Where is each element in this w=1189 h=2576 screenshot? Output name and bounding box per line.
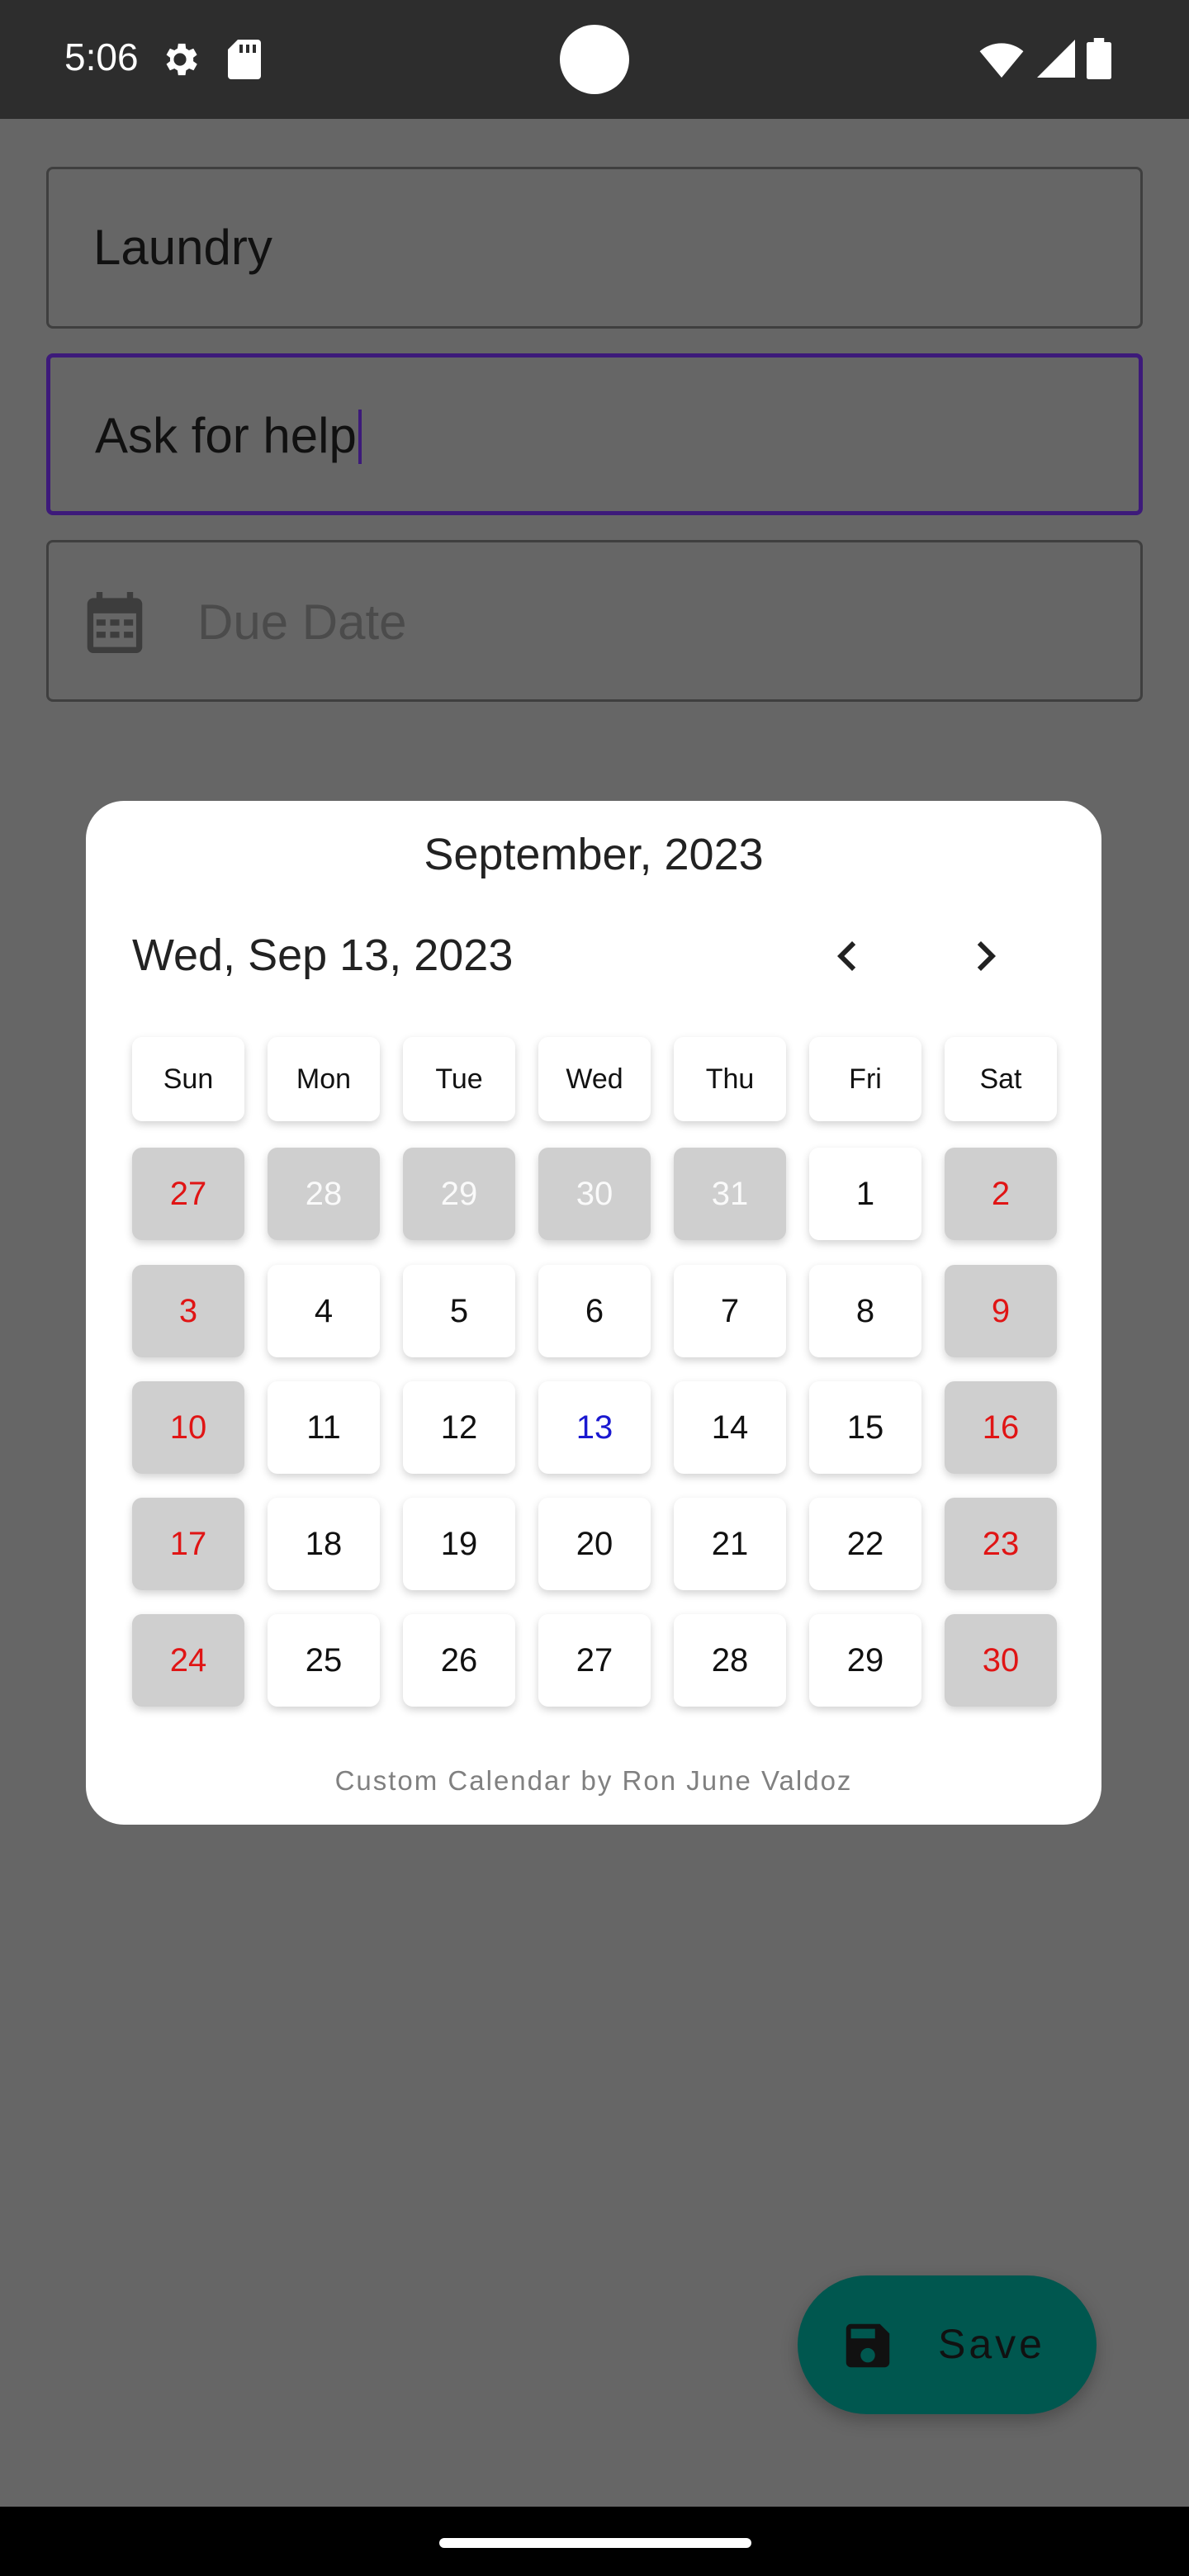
save-button[interactable]: Save [798, 2275, 1097, 2414]
weekday-header: Wed [538, 1037, 651, 1121]
description-field[interactable]: Ask for help [46, 353, 1143, 515]
sd-card-icon [228, 40, 261, 79]
calendar-day[interactable]: 9 [945, 1265, 1057, 1357]
calendar-day[interactable]: 27 [132, 1148, 244, 1240]
calendar-day[interactable]: 25 [268, 1614, 380, 1707]
calendar-day[interactable]: 17 [132, 1498, 244, 1590]
save-label: Save [938, 2321, 1045, 2367]
calendar-day[interactable]: 22 [809, 1498, 921, 1590]
calendar-icon [87, 592, 143, 653]
weekday-header: Sat [945, 1037, 1057, 1121]
weekday-header: Sun [132, 1037, 244, 1121]
weekday-header: Tue [403, 1037, 515, 1121]
calendar-day[interactable]: 31 [674, 1148, 786, 1240]
calendar-day[interactable]: 30 [945, 1614, 1057, 1707]
calendar-day[interactable]: 3 [132, 1265, 244, 1357]
calendar-day[interactable]: 21 [674, 1498, 786, 1590]
selected-date: Wed, Sep 13, 2023 [132, 930, 514, 980]
calendar-day[interactable]: 12 [403, 1381, 515, 1474]
calendar-day[interactable]: 29 [809, 1614, 921, 1707]
calendar-credit: Custom Calendar by Ron June Valdoz [334, 1765, 853, 1796]
calendar-day[interactable]: 4 [268, 1265, 380, 1357]
calendar-dialog: September, 2023 Wed, Sep 13, 2023 Sun Mon… [86, 801, 1101, 1825]
weekday-header: Fri [809, 1037, 921, 1121]
calendar-day[interactable]: 28 [268, 1148, 380, 1240]
calendar-day-today[interactable]: 13 [538, 1381, 651, 1474]
calendar-day[interactable]: 27 [538, 1614, 651, 1707]
calendar-day[interactable]: 7 [674, 1265, 786, 1357]
calendar-day[interactable]: 19 [403, 1498, 515, 1590]
status-bar: 5:06 [0, 0, 1189, 119]
calendar-day[interactable]: 26 [403, 1614, 515, 1707]
calendar-day[interactable]: 2 [945, 1148, 1057, 1240]
calendar-day[interactable]: 5 [403, 1265, 515, 1357]
description-value: Ask for help [95, 408, 357, 463]
home-indicator[interactable] [439, 2538, 751, 2548]
signal-icon [1037, 40, 1075, 78]
calendar-day[interactable]: 16 [945, 1381, 1057, 1474]
calendar-day[interactable]: 1 [809, 1148, 921, 1240]
month-title: September, 2023 [424, 830, 764, 879]
status-time: 5:06 [64, 36, 139, 78]
calendar-day[interactable]: 8 [809, 1265, 921, 1357]
calendar-day[interactable]: 23 [945, 1498, 1057, 1590]
chevron-right-icon[interactable] [956, 926, 1016, 986]
calendar-day[interactable]: 28 [674, 1614, 786, 1707]
calendar-day[interactable]: 14 [674, 1381, 786, 1474]
calendar-day[interactable]: 15 [809, 1381, 921, 1474]
calendar-day[interactable]: 18 [268, 1498, 380, 1590]
text-cursor [358, 410, 362, 465]
calendar-day[interactable]: 10 [132, 1381, 244, 1474]
weekday-header: Thu [674, 1037, 786, 1121]
due-date-placeholder: Due Date [197, 594, 407, 650]
title-field[interactable]: Laundry [46, 167, 1143, 329]
battery-icon [1087, 38, 1111, 79]
camera-cutout [560, 25, 629, 94]
wifi-icon [979, 43, 1024, 78]
calendar-day[interactable]: 29 [403, 1148, 515, 1240]
calendar-day[interactable]: 24 [132, 1614, 244, 1707]
chevron-left-icon[interactable] [817, 926, 877, 986]
title-input[interactable]: Laundry [93, 219, 272, 276]
description-input[interactable]: Ask for help [95, 407, 362, 465]
calendar-day[interactable]: 6 [538, 1265, 651, 1357]
calendar-day[interactable]: 30 [538, 1148, 651, 1240]
navigation-bar [0, 2507, 1189, 2576]
calendar-day[interactable]: 20 [538, 1498, 651, 1590]
gear-icon [166, 43, 197, 76]
save-icon [846, 2323, 890, 2368]
calendar-day[interactable]: 11 [268, 1381, 380, 1474]
due-date-field[interactable]: Due Date [46, 540, 1143, 702]
weekday-header: Mon [268, 1037, 380, 1121]
